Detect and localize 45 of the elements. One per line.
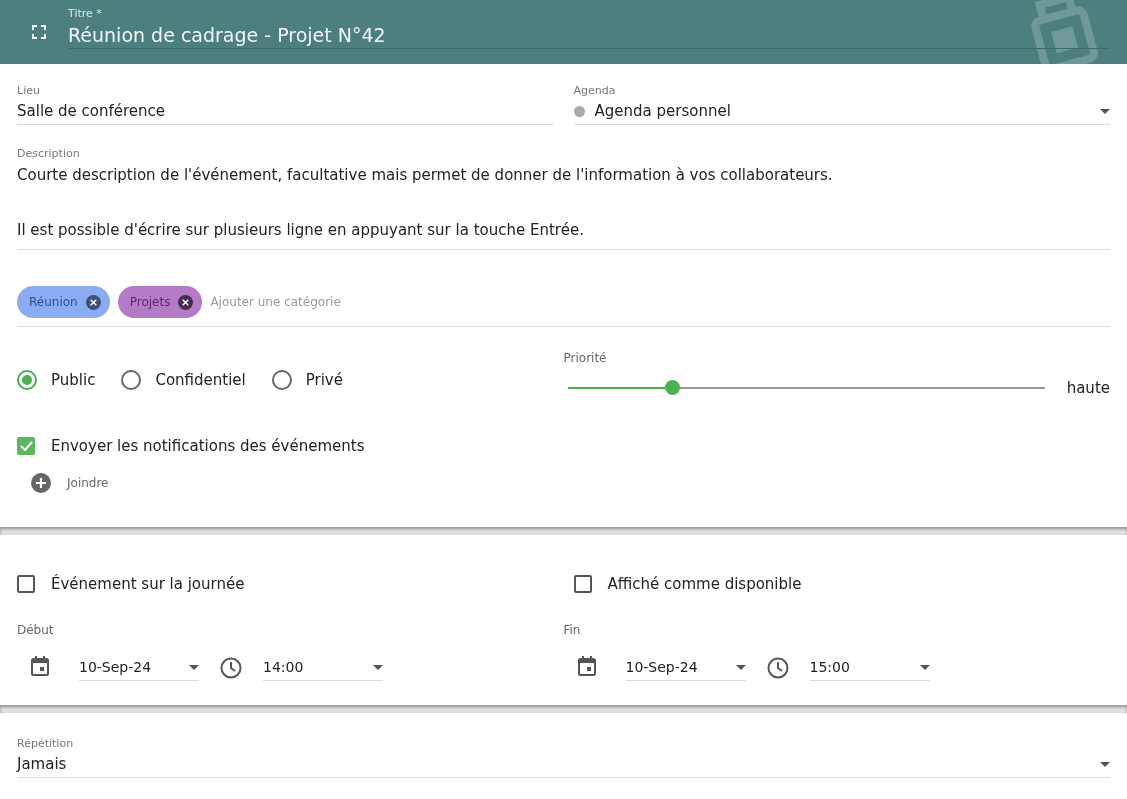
time-select[interactable]: 15:00	[809, 655, 930, 681]
category-chip[interactable]: Réunion	[17, 286, 110, 318]
clock-icon	[220, 657, 242, 679]
slider-reading: haute	[1066, 379, 1110, 397]
radio-option[interactable]: Public	[17, 370, 96, 390]
radio-option[interactable]: Privé	[271, 370, 343, 390]
checkbox[interactable]	[573, 575, 592, 593]
caret-icon	[1100, 108, 1110, 114]
slider-thumb[interactable]	[665, 380, 681, 395]
calendar-icon	[31, 656, 49, 676]
checkbox-label: Événement sur la journée	[51, 575, 245, 593]
field-label: Priorité	[563, 351, 608, 365]
location-field[interactable]: Lieu Salle de conférence	[17, 84, 554, 125]
field-label: Description	[17, 147, 81, 160]
clock-icon	[766, 657, 789, 679]
checkbox-label: Envoyer les notifications des événements	[51, 437, 365, 455]
remove-icon[interactable]	[178, 294, 194, 310]
date-select[interactable]: 10-Sep-24	[625, 655, 746, 681]
add-icon[interactable]	[31, 473, 51, 493]
category-field[interactable]: Réunion Projets Ajouter une catégorie	[17, 278, 1110, 327]
checkbox[interactable]	[17, 575, 35, 593]
calendar-icon	[577, 656, 596, 676]
fullscreen-icon[interactable]	[32, 25, 46, 39]
caret-icon	[189, 664, 199, 670]
radio-option[interactable]: Confidentiel	[121, 370, 246, 390]
field-label: Début	[17, 623, 55, 637]
time-select[interactable]: 14:00	[263, 655, 383, 681]
field-label: Lieu	[17, 84, 41, 97]
field-label: Titre *	[68, 7, 103, 20]
priority-slider[interactable]	[567, 380, 1045, 396]
checkbox[interactable]	[17, 437, 35, 455]
calendar-select[interactable]: Agenda Agenda personnel	[573, 84, 1110, 125]
date-select[interactable]: 10-Sep-24	[79, 655, 199, 681]
attach-link[interactable]: Joindre	[67, 476, 109, 490]
field-label: Fin	[563, 623, 582, 637]
caret-icon	[1100, 761, 1110, 767]
checkbox-label: Affiché comme disponible	[607, 575, 802, 593]
caret-icon	[373, 664, 383, 670]
description-field[interactable]: Description Courte description de l'événement, facultative mais permet de donner de l'information à vos collaborateurs. Il est possible d'écrire sur plusieurs ligne en appuyant sur la touche Entrée.	[17, 147, 1110, 250]
remove-icon[interactable]	[85, 294, 101, 310]
caret-icon	[919, 664, 930, 670]
field-label: Répétition	[17, 737, 75, 750]
repeat-select[interactable]: Répétition Jamais	[17, 737, 1110, 778]
field-label: Agenda	[573, 84, 617, 97]
caret-icon	[735, 664, 746, 670]
